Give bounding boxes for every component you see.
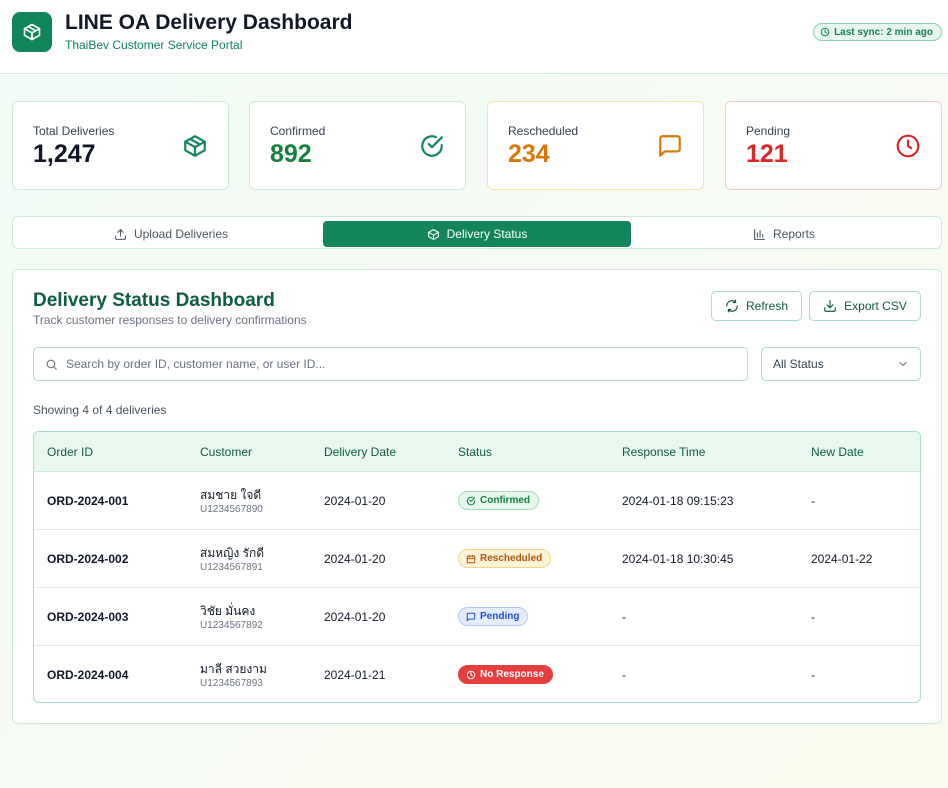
stat-card-total: Total Deliveries 1,247 [12,101,229,190]
message-icon [659,135,681,157]
tab-upload-deliveries[interactable]: Upload Deliveries [17,221,325,247]
new-date: 2024-01-22 [811,552,873,566]
stat-label: Confirmed [270,124,326,138]
customer-name: สมหญิง รักดี [200,546,265,560]
column-header: Delivery Date [324,445,397,459]
delivery-date: 2024-01-20 [324,552,386,566]
deliveries-table: Order ID Customer Delivery Date Status R… [33,431,921,703]
stat-value: 121 [746,140,788,168]
stat-card-pending: Pending 121 [725,101,942,190]
box-icon [184,135,206,157]
delivery-date: 2024-01-20 [324,494,386,508]
column-header: Customer [200,445,253,459]
results-count: Showing 4 of 4 deliveries [33,403,167,417]
page-subtitle: ThaiBev Customer Service Portal [65,38,243,52]
delivery-status-panel: Delivery Status Dashboard Track customer… [12,269,942,724]
column-header: Response Time [622,445,706,459]
stat-value: 1,247 [33,140,96,168]
app-header: LINE OA Delivery Dashboard ThaiBev Custo… [0,0,948,74]
page-title: LINE OA Delivery Dashboard [65,11,353,34]
new-date: - [811,494,815,508]
status-filter-select[interactable]: All Status [761,347,921,381]
column-header: New Date [811,445,864,459]
status-badge: Confirmed [458,491,539,510]
clock-icon [466,670,476,679]
table-header: Order ID Customer Delivery Date Status R… [34,432,920,472]
delivery-date: 2024-01-20 [324,610,386,624]
customer-name: วิชัย มั่นคง [200,604,256,618]
table-row: ORD-2024-001 สมชาย ใจดี U1234567890 2024… [34,472,920,530]
column-header: Order ID [47,445,94,459]
check-circle-icon [421,135,443,157]
order-id: ORD-2024-004 [47,668,129,682]
clock-icon [820,27,830,37]
customer-user-id: U1234567890 [200,504,263,515]
panel-subtitle: Track customer responses to delivery con… [33,313,307,327]
status-badge: No Response [458,665,553,684]
stat-label: Pending [746,124,791,138]
order-id: ORD-2024-003 [47,610,129,624]
new-date: - [811,610,815,624]
new-date: - [811,668,815,682]
stat-label: Rescheduled [508,124,579,138]
status-text: Confirmed [480,495,530,506]
tab-bar: Upload Deliveries Delivery Status Report… [12,216,942,249]
table-row: ORD-2024-004 มาลี สวยงาม U1234567893 202… [34,646,920,702]
response-time: - [622,668,626,682]
tab-label: Upload Deliveries [133,227,229,241]
table-row: ORD-2024-003 วิชัย มั่นคง U1234567892 20… [34,588,920,646]
stat-card-confirmed: Confirmed 892 [249,101,466,190]
box-icon [427,228,439,240]
status-text: No Response [480,669,544,680]
panel-title: Delivery Status Dashboard [33,290,275,311]
app-logo [12,12,52,52]
search-icon [46,359,57,370]
clock-icon [896,134,920,158]
upload-icon [115,228,126,240]
response-time: 2024-01-18 10:30:45 [622,552,734,566]
export-csv-button[interactable]: Export CSV [809,291,921,321]
stat-value: 234 [508,140,550,168]
search-box [33,347,748,381]
tab-reports[interactable]: Reports [630,221,938,247]
stat-label: Total Deliveries [33,124,115,138]
sync-status-text: Last sync: 2 min ago [834,26,933,38]
tab-label: Reports [772,227,816,241]
refresh-label: Refresh [745,299,789,313]
status-text: Rescheduled [480,553,543,564]
customer-user-id: U1234567893 [200,678,263,689]
status-badge: Rescheduled [458,549,552,568]
tab-label: Delivery Status [446,227,528,241]
download-icon [824,300,836,312]
stat-value: 892 [270,140,312,168]
refresh-button[interactable]: Refresh [711,291,802,321]
stat-card-rescheduled: Rescheduled 234 [487,101,704,190]
box-icon [23,23,41,41]
status-badge: Pending [458,607,529,626]
customer-user-id: U1234567891 [200,562,263,573]
status-filter-value: All Status [773,357,824,371]
column-header: Status [458,445,493,459]
response-time: - [622,610,626,624]
tab-delivery-status[interactable]: Delivery Status [323,221,631,247]
search-input[interactable] [66,349,726,379]
delivery-date: 2024-01-21 [324,668,386,682]
calendar-icon [466,554,476,563]
customer-name: มาลี สวยงาม [200,662,267,676]
response-time: 2024-01-18 09:15:23 [622,494,734,508]
export-label: Export CSV [844,299,907,313]
message-icon [466,612,476,621]
sync-status-badge: Last sync: 2 min ago [813,23,942,41]
refresh-icon [726,299,738,313]
chevron-down-icon [899,362,907,366]
customer-user-id: U1234567892 [200,620,263,631]
customer-name: สมชาย ใจดี [200,488,262,502]
bar-chart-icon [754,228,765,240]
order-id: ORD-2024-002 [47,552,129,566]
table-row: ORD-2024-002 สมหญิง รักดี U1234567891 20… [34,530,920,588]
status-text: Pending [480,611,520,622]
order-id: ORD-2024-001 [47,494,129,508]
check-circle-icon [466,496,476,505]
